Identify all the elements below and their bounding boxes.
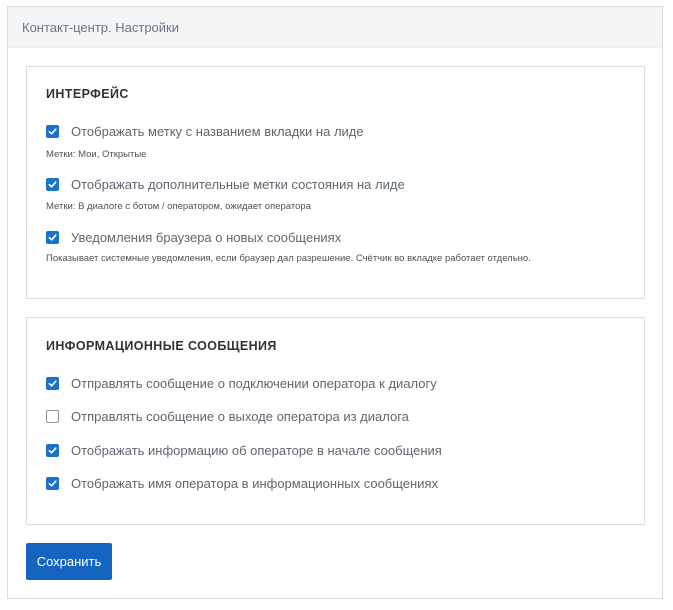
checkbox-checked[interactable] — [46, 377, 59, 390]
option-browser-notifications[interactable]: Уведомления браузера о новых сообщениях — [46, 230, 341, 245]
option-operator-name[interactable]: Отображать имя оператора в информационны… — [46, 476, 438, 491]
option-label: Уведомления браузера о новых сообщениях — [71, 230, 342, 245]
option-label: Отправлять сообщение о подключении опера… — [71, 376, 437, 391]
checkmark-icon — [48, 181, 57, 188]
option-operator-info[interactable]: Отображать информацию об операторе в нач… — [46, 443, 442, 458]
checkmark-icon — [48, 234, 57, 241]
option-hint: Метки: Мои, Открытые — [46, 149, 147, 160]
section-title-interface: ИНТЕРФЕЙС — [46, 87, 129, 101]
checkmark-icon — [48, 447, 57, 454]
option-hint: Метки: В диалоге с ботом / оператором, о… — [46, 201, 311, 212]
checkbox-checked[interactable] — [46, 178, 59, 191]
option-label: Отправлять сообщение о выходе оператора … — [71, 409, 409, 424]
option-operator-join-message[interactable]: Отправлять сообщение о подключении опера… — [46, 376, 437, 391]
checkbox-checked[interactable] — [46, 444, 59, 457]
checkbox-unchecked[interactable] — [46, 410, 59, 423]
checkbox-checked[interactable] — [46, 477, 59, 490]
option-label: Отображать дополнительные метки состояни… — [71, 177, 405, 192]
option-show-tab-label[interactable]: Отображать метку с названием вкладки на … — [46, 124, 364, 139]
page-header: Контакт-центр. Настройки — [8, 7, 662, 48]
option-label: Отображать метку с названием вкладки на … — [71, 124, 364, 139]
save-button[interactable]: Сохранить — [26, 543, 112, 580]
checkmark-icon — [48, 380, 57, 387]
checkbox-checked[interactable] — [46, 125, 59, 138]
section-title-info-messages: ИНФОРМАЦИОННЫЕ СООБЩЕНИЯ — [46, 339, 277, 353]
option-label: Отображать информацию об операторе в нач… — [71, 443, 442, 458]
option-label: Отображать имя оператора в информационны… — [71, 476, 439, 491]
page-title: Контакт-центр. Настройки — [22, 19, 179, 35]
info-messages-section: ИНФОРМАЦИОННЫЕ СООБЩЕНИЯ Отправлять сооб… — [26, 317, 645, 525]
settings-panel: Контакт-центр. Настройки ИНТЕРФЕЙС Отобр… — [7, 6, 663, 599]
option-hint: Показывает системные уведомления, если б… — [46, 253, 531, 264]
checkmark-icon — [48, 128, 57, 135]
checkmark-icon — [48, 480, 57, 487]
option-operator-leave-message[interactable]: Отправлять сообщение о выходе оператора … — [46, 409, 409, 424]
checkbox-checked[interactable] — [46, 231, 59, 244]
option-show-state-labels[interactable]: Отображать дополнительные метки состояни… — [46, 177, 405, 192]
interface-section: ИНТЕРФЕЙС Отображать метку с названием в… — [26, 66, 645, 299]
